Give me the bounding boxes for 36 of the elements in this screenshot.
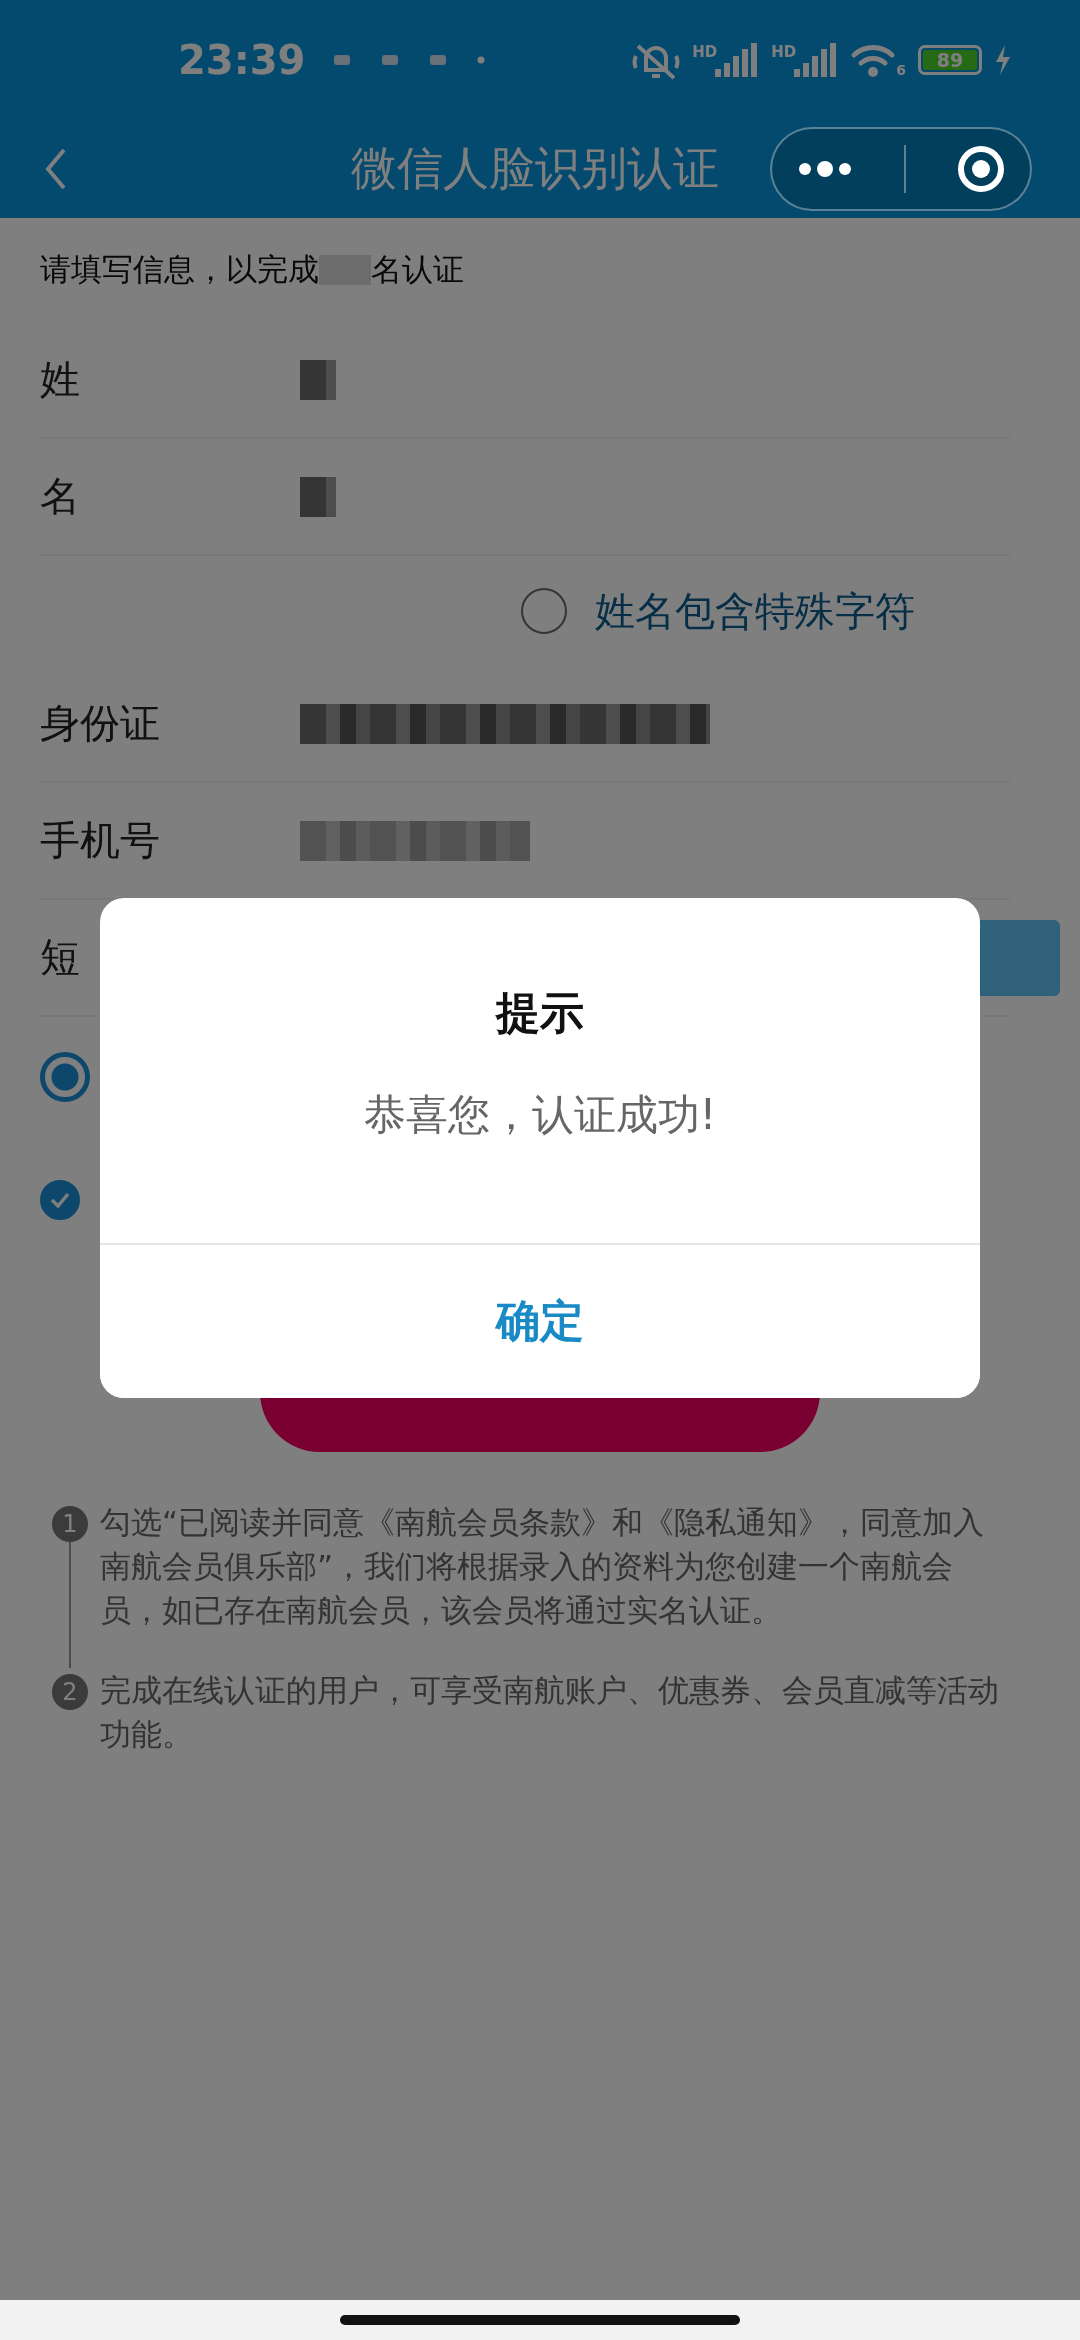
- signal-icon: [794, 43, 839, 77]
- wifi-label: 6: [896, 62, 906, 78]
- network-label: HD: [771, 43, 797, 61]
- step-number: 1: [52, 1506, 88, 1542]
- dot-icon: [477, 56, 486, 64]
- more-icon[interactable]: [797, 159, 854, 179]
- notification-icon: [381, 53, 400, 67]
- pixelated-value: [300, 476, 336, 517]
- dialog-message: 恭喜您，认证成功!: [363, 1089, 717, 1141]
- back-icon: [44, 147, 68, 191]
- step-number: 2: [52, 1674, 88, 1710]
- notification-icon: [429, 53, 448, 67]
- special-characters-radio[interactable]: [521, 588, 567, 634]
- wifi-icon: [850, 42, 897, 78]
- page-title: 微信人脸识别认证: [351, 140, 719, 197]
- agreement-checkbox[interactable]: [40, 1179, 80, 1220]
- special-characters-label[interactable]: 姓名包含特殊字符: [595, 583, 915, 639]
- intro-text: 请填写信息，以完成: [40, 250, 319, 289]
- field-label: 身份证: [40, 699, 161, 748]
- dialog-title: 提示: [496, 986, 584, 1040]
- checkmark-icon: [49, 1190, 71, 1209]
- pixelated-value: [300, 359, 336, 400]
- field-label: 手机号: [40, 816, 161, 865]
- confirm-button[interactable]: 确定: [100, 1243, 980, 1398]
- note-text: 完成在线认证的用户，可享受南航账户、优惠券、会员直减等活动功能。: [100, 1671, 1000, 1754]
- notification-icon: [333, 53, 352, 67]
- field-label: 短: [40, 933, 81, 982]
- battery-indicator: 89: [918, 45, 982, 75]
- signal-icon: [715, 43, 760, 77]
- note-text: 勾选“已阅读并同意《南航会员条款》和《隐私通知》，同意加入南航会员俱乐部”，我们将根据录入的资料为您创建一个南航会员，如已存在南航会员，该会员将通过实名认证。: [100, 1503, 986, 1630]
- radio-button[interactable]: [40, 1052, 90, 1102]
- network-label: HD: [692, 43, 718, 61]
- intro-text: 名认证: [371, 250, 464, 289]
- field-label: 名: [40, 472, 81, 521]
- clock-time: 23:39: [178, 37, 306, 83]
- field-label: 姓: [40, 355, 81, 404]
